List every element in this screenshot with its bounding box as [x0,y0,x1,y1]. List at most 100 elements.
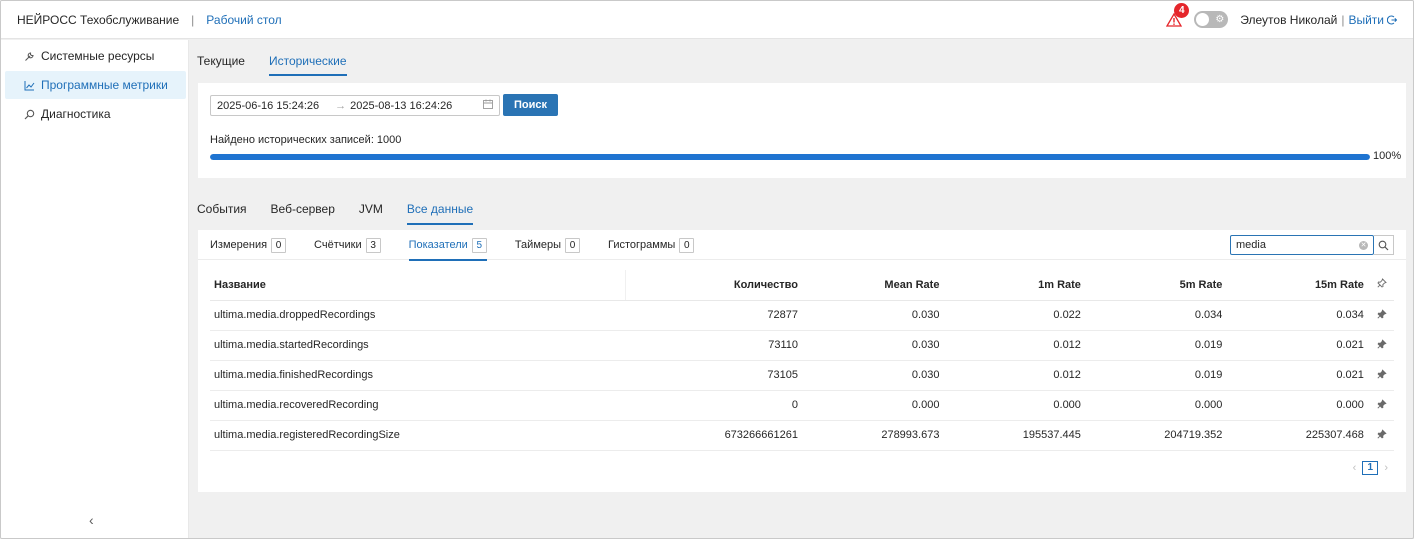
metric-type-tabs: Измерения 0 Счётчики 3 Показатели 5 Тайм… [198,230,1406,261]
tab-events[interactable]: События [197,192,247,225]
arrow-right-icon: → [335,99,347,112]
sidebar-item-label: Программные метрики [41,78,168,92]
sidebar: Системные ресурсы Программные метрики Ди… [1,40,189,538]
cell-5m-rate: 0.019 [1086,360,1229,391]
next-page-button[interactable]: › [1384,462,1388,474]
sidebar-item-diagnostics[interactable]: Диагностика [5,100,186,128]
top-header: НЕЙРОСС Техобслуживание | Рабочий стол 4… [1,1,1413,39]
subtab-label: Счётчики [314,239,362,251]
cell-count: 73110 [625,330,804,361]
page-number-current[interactable]: 1 [1362,461,1379,475]
sidebar-item-label: Системные ресурсы [41,49,155,63]
collapse-sidebar-icon[interactable]: ‹ [89,512,94,528]
search-panel: 2025-06-16 15:24:26 → 2025-08-13 16:24:2… [198,83,1406,178]
search-button[interactable]: Поиск [503,94,559,116]
sidebar-item-system-resources[interactable]: Системные ресурсы [5,42,186,70]
cell-count: 0 [625,390,804,421]
chart-line-icon [23,80,35,91]
wrench-icon [23,51,35,62]
cell-count: 72877 [625,300,804,331]
gear-icon: ⚙ [1215,14,1225,25]
filter-value: media [1236,239,1266,251]
subtab-label: Показатели [408,239,468,251]
date-to: 2025-08-13 16:24:26 [350,99,453,112]
cell-name: ultima.media.droppedRecordings [210,300,626,331]
cell-1m-rate: 0.012 [945,330,1087,361]
cell-15m-rate: 0.000 [1228,390,1370,421]
cell-name: ultima.media.startedRecordings [210,330,626,361]
data-panel: Измерения 0 Счётчики 3 Показатели 5 Тайм… [198,230,1406,492]
clear-icon[interactable]: ✕ [1359,240,1368,250]
column-header-5m-rate[interactable]: 5m Rate [1086,270,1229,301]
header-separator: | [191,12,195,27]
tab-web-server[interactable]: Веб-сервер [271,192,335,225]
subtab-label: Измерения [210,239,268,251]
logout-label: Выйти [1348,12,1384,27]
subtab-count: 0 [679,237,695,253]
user-name: Элеутов Николай [1240,12,1338,27]
cell-name: ultima.media.finishedRecordings [210,360,626,391]
subtab-histograms[interactable]: Гистограммы 0 [608,230,695,260]
filter-search-button[interactable] [1374,235,1394,255]
table-row[interactable]: ultima.media.droppedRecordings 72877 0.030… [210,300,1394,331]
table-header-row: Название Количество Mean Rate 1m Rate 5m… [210,270,1394,301]
pin-icon[interactable] [1369,360,1394,391]
calendar-icon [483,99,493,112]
pin-icon[interactable] [1369,420,1394,451]
tab-all-data[interactable]: Все данные [406,192,474,225]
table-row[interactable]: ultima.media.registeredRecordingSize 6732… [210,420,1394,451]
filter-input[interactable]: media ✕ [1230,235,1374,255]
cell-5m-rate: 204719.352 [1086,420,1229,451]
found-records-text: Найдено исторических записей: 1000 [210,134,402,146]
column-header-1m-rate[interactable]: 1m Rate [945,270,1087,301]
progress-fill [210,154,1370,160]
sidebar-item-software-metrics[interactable]: Программные метрики [5,71,186,99]
cell-1m-rate: 195537.445 [945,420,1087,451]
cell-5m-rate: 0.000 [1086,390,1229,421]
cell-5m-rate: 0.034 [1086,300,1229,331]
app-name: НЕЙРОСС Техобслуживание [17,12,180,27]
toggle-knob [1196,13,1210,26]
cell-name: ultima.media.recoveredRecording [210,390,626,421]
column-header-name[interactable]: Название [210,270,626,301]
logout-button[interactable]: Выйти [1348,13,1397,27]
column-header-count[interactable]: Количество [625,270,804,301]
column-header-15m-rate[interactable]: 15m Rate [1228,270,1370,301]
desktop-link[interactable]: Рабочий стол [206,13,281,27]
theme-toggle[interactable]: ⚙ [1194,11,1229,28]
prev-page-button[interactable]: ‹ [1353,462,1357,474]
subtab-timers[interactable]: Таймеры 0 [515,230,581,260]
tab-current[interactable]: Текущие [197,40,245,76]
progress-bar [210,154,1370,160]
subtab-counters[interactable]: Счётчики 3 [314,230,381,260]
subtab-meters[interactable]: Показатели 5 [408,230,488,261]
subtab-label: Гистограммы [608,239,676,251]
cell-mean-rate: 0.030 [803,330,946,361]
pin-icon[interactable] [1369,390,1394,421]
alert-count-badge: 4 [1174,2,1190,18]
cell-mean-rate: 0.000 [803,390,946,421]
subtab-count: 5 [471,237,487,253]
tab-historical[interactable]: Исторические [268,40,347,76]
alert-button[interactable]: 4 [1166,2,1190,28]
column-header-mean-rate[interactable]: Mean Rate [803,270,946,301]
subtab-gauges[interactable]: Измерения 0 [210,230,287,260]
subtab-count: 0 [565,237,581,253]
subtab-count: 3 [365,237,381,253]
pin-icon[interactable] [1369,300,1394,331]
date-from: 2025-06-16 15:24:26 [217,99,320,112]
tab-jvm[interactable]: JVM [359,192,383,225]
table-row[interactable]: ultima.media.finishedRecordings 73105 0.03… [210,360,1394,391]
top-tabs: Текущие Исторические [197,40,371,76]
cell-count: 73105 [625,360,804,391]
header-right: 4 ⚙ Элеутов Николай | Выйти [1166,2,1397,28]
cell-15m-rate: 0.034 [1228,300,1370,331]
table-row[interactable]: ultima.media.startedRecordings 73110 0.030… [210,330,1394,361]
sidebar-item-label: Диагностика [41,107,111,121]
table-row[interactable]: ultima.media.recoveredRecording 0 0.000 0.0… [210,390,1394,421]
pin-icon[interactable] [1369,330,1394,361]
user-separator: | [1341,12,1345,27]
date-range-picker[interactable]: 2025-06-16 15:24:26 → 2025-08-13 16:24:2… [210,95,500,116]
cell-count: 673266661261 [625,420,804,451]
progress-label: 100% [1373,150,1402,162]
